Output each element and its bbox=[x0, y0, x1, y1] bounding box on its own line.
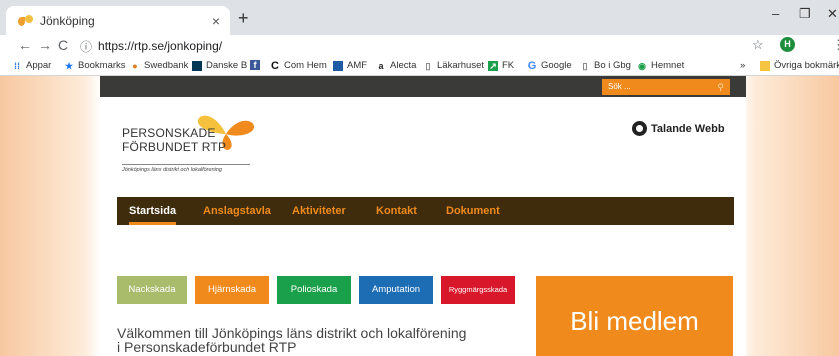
top-bar: Sök ... ⚲ bbox=[100, 76, 746, 97]
danske-bank-icon bbox=[192, 60, 202, 71]
url-text: https://rtp.se/jonkoping/ bbox=[98, 39, 223, 53]
tab-title: Jönköping bbox=[40, 13, 95, 28]
site-container: Sök ... ⚲ PERSONSKADE FÖRBUNDET RTP Jönk… bbox=[100, 76, 746, 356]
forward-arrow-icon[interactable]: → bbox=[38, 37, 52, 53]
nav-startsida[interactable]: Startsida bbox=[129, 197, 177, 225]
fk-icon: ↗ bbox=[488, 60, 498, 71]
become-member-banner[interactable]: Bli medlem bbox=[536, 276, 733, 356]
google-icon: G bbox=[527, 59, 537, 72]
category-polioskada[interactable]: Polioskada bbox=[277, 276, 351, 304]
menu-icon[interactable]: ⋮ bbox=[832, 37, 839, 53]
site-logo[interactable]: PERSONSKADE FÖRBUNDET RTP bbox=[122, 126, 226, 154]
star-bookmark-icon: ★ bbox=[64, 60, 74, 71]
category-ryggmargsskada[interactable]: Ryggmärgsskada bbox=[441, 276, 515, 304]
bookmark-amf[interactable]: AMF bbox=[333, 60, 367, 71]
bookmark-fk[interactable]: ↗ FK bbox=[488, 60, 514, 71]
profile-avatar[interactable]: H bbox=[780, 37, 795, 52]
category-nackskada[interactable]: Nackskada bbox=[117, 276, 187, 304]
star-icon[interactable]: ☆ bbox=[752, 37, 764, 53]
other-bookmarks[interactable]: Övriga bokmärken bbox=[760, 60, 839, 71]
bookmark-bookmarks[interactable]: ★ Bookmarks bbox=[64, 60, 126, 71]
search-icon[interactable]: ⚲ bbox=[717, 79, 724, 95]
bookmark-comhem[interactable]: C Com Hem bbox=[270, 60, 327, 71]
welcome-heading: Välkommen till Jönköpings läns distrikt … bbox=[117, 325, 467, 355]
hemnet-icon: ◉ bbox=[638, 60, 646, 71]
info-icon[interactable]: ⓘ bbox=[80, 38, 92, 55]
folder-icon bbox=[760, 60, 770, 71]
close-window-button[interactable]: ✕ bbox=[827, 6, 838, 22]
address-bar[interactable]: ⓘ https://rtp.se/jonkoping/ bbox=[80, 36, 740, 56]
amf-icon bbox=[333, 60, 343, 71]
restore-button[interactable]: ❐ bbox=[799, 6, 811, 22]
logo-line-2: FÖRBUNDET RTP bbox=[122, 140, 227, 154]
page-icon: ▯ bbox=[425, 60, 431, 71]
navigation-bar: ← → C ⓘ https://rtp.se/jonkoping/ ☆ ⊚ ⋮ bbox=[0, 35, 839, 57]
bookmark-lakarhuset[interactable]: ▯ Läkarhuset bbox=[423, 60, 485, 71]
bookmark-google[interactable]: G Google bbox=[527, 60, 572, 71]
minimize-button[interactable]: – bbox=[772, 6, 779, 21]
bookmarks-bar: ⁞⁞ Appar ★ Bookmarks ● Swedbank Danske B f … bbox=[0, 57, 839, 76]
nav-kontakt[interactable]: Kontakt bbox=[376, 197, 417, 225]
nav-aktiviteter[interactable]: Aktiviteter bbox=[292, 197, 346, 225]
butterfly-favicon-icon bbox=[18, 14, 34, 27]
main-navigation: Startsida Anslagstavla Aktiviteter Konta… bbox=[117, 197, 734, 225]
bookmark-alecta[interactable]: a Alecta bbox=[376, 60, 416, 71]
bookmark-apps[interactable]: ⁞⁞ Appar bbox=[12, 60, 51, 71]
alecta-icon: a bbox=[378, 60, 384, 71]
browser-tab[interactable]: Jönköping × bbox=[6, 6, 230, 35]
bookmark-facebook[interactable]: f bbox=[250, 60, 264, 70]
bookmark-swedbank[interactable]: ● Swedbank bbox=[130, 60, 188, 71]
reload-icon[interactable]: C bbox=[58, 37, 68, 53]
search-input[interactable]: Sök ... ⚲ bbox=[602, 79, 730, 95]
swedbank-icon: ● bbox=[132, 60, 138, 71]
apps-grid-icon: ⁞⁞ bbox=[14, 60, 20, 71]
facebook-icon: f bbox=[250, 60, 260, 70]
logo-line-1: PERSONSKADE bbox=[122, 126, 216, 140]
category-amputation[interactable]: Amputation bbox=[359, 276, 433, 304]
logo-subtitle: Jönköpings läns distrikt och lokalföreni… bbox=[122, 164, 250, 173]
comhem-icon: C bbox=[271, 59, 279, 72]
bookmark-boigbg[interactable]: ▯ Bo i Gbg bbox=[580, 60, 631, 71]
nav-anslagstavla[interactable]: Anslagstavla bbox=[203, 197, 271, 225]
nav-dokument[interactable]: Dokument bbox=[446, 197, 500, 225]
page-viewport: Sök ... ⚲ PERSONSKADE FÖRBUNDET RTP Jönk… bbox=[0, 76, 839, 356]
back-arrow-icon[interactable]: ← bbox=[18, 37, 32, 53]
close-tab-icon[interactable]: × bbox=[212, 13, 220, 29]
page-icon: ▯ bbox=[582, 60, 588, 71]
talande-webb-button[interactable]: Talande Webb bbox=[632, 121, 725, 136]
tab-strip: Jönköping × + – ❐ ✕ bbox=[0, 0, 839, 35]
bookmarks-overflow-button[interactable]: » bbox=[740, 60, 745, 71]
category-hjarnskada[interactable]: Hjärnskada bbox=[195, 276, 269, 304]
new-tab-button[interactable]: + bbox=[238, 8, 249, 29]
talande-webb-icon bbox=[632, 121, 647, 136]
bookmark-hemnet[interactable]: ◉ Hemnet bbox=[637, 60, 684, 71]
bookmark-danske[interactable]: Danske B bbox=[192, 60, 247, 71]
